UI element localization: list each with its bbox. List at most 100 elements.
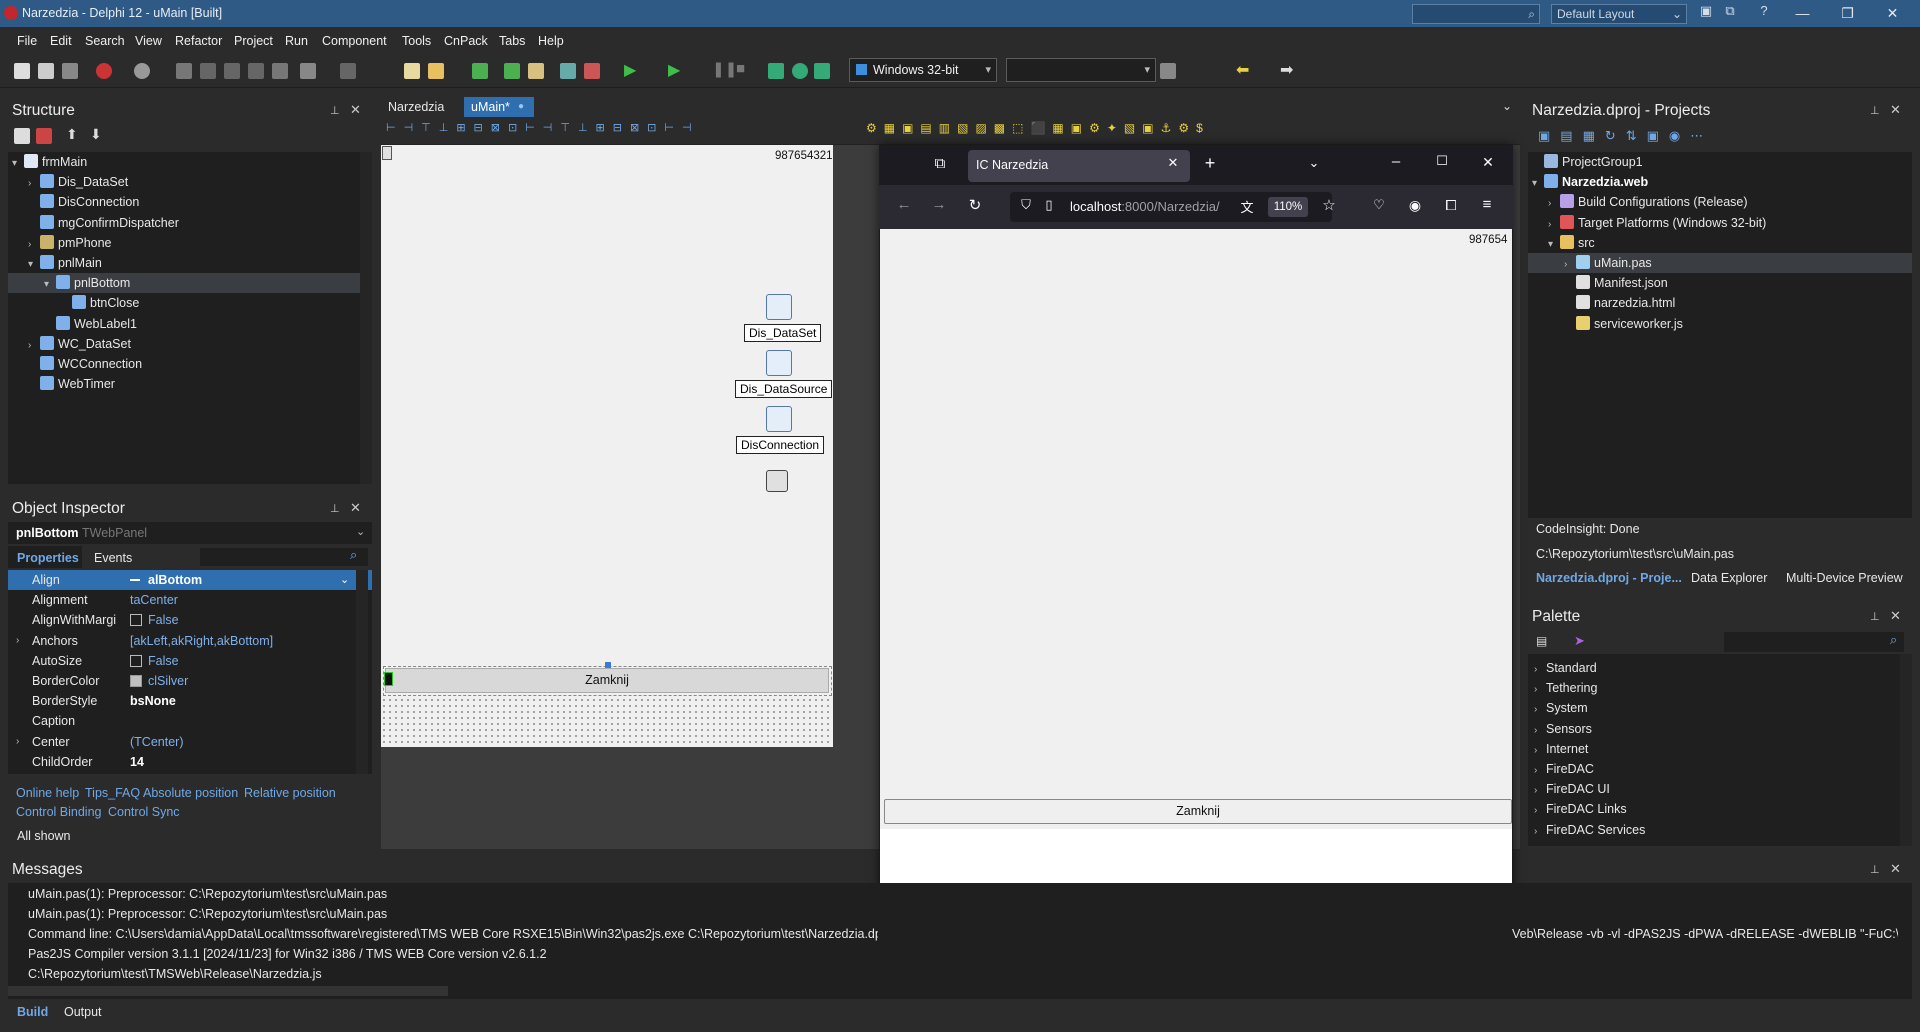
tool-icon[interactable] <box>248 63 264 79</box>
palette-category[interactable]: › FireDAC Links <box>1534 799 1894 819</box>
messages-hscrollbar[interactable] <box>8 986 448 996</box>
form-close-button[interactable]: Zamknij <box>385 668 829 693</box>
menu-project[interactable]: Project <box>234 34 273 48</box>
expand-arrow-icon[interactable]: › <box>1534 721 1546 741</box>
menu-help[interactable]: Help <box>538 34 564 48</box>
link-control-binding[interactable]: Control Binding <box>16 805 101 819</box>
expand-arrow-icon[interactable]: › <box>16 631 19 651</box>
expand-arrow-icon[interactable]: › <box>1534 700 1546 720</box>
account-icon[interactable]: ◉ <box>1402 197 1428 214</box>
bookmark-star-icon[interactable]: ☆ <box>1316 196 1342 214</box>
expand-arrow-icon[interactable]: › <box>1534 680 1546 700</box>
expand-arrow-icon[interactable]: ▾ <box>1532 174 1544 194</box>
property-value[interactable]: (TCenter) <box>130 732 183 752</box>
menu-tabs[interactable]: Tabs <box>499 34 525 48</box>
comp-dis-dataset[interactable]: Dis_DataSet <box>744 324 822 342</box>
selection-handle[interactable] <box>605 662 611 668</box>
property-row[interactable]: AlignWithMargi False <box>8 610 372 630</box>
project-item[interactable]: › Build Configurations (Release) <box>1528 192 1912 212</box>
project-item[interactable]: ProjectGroup1 <box>1528 152 1912 172</box>
save-icon[interactable] <box>472 63 488 79</box>
add-icon[interactable] <box>14 128 30 144</box>
tab-build[interactable]: Build <box>17 1005 48 1019</box>
chevron-down-icon[interactable]: ⌄ <box>340 570 349 590</box>
move-up-icon[interactable]: ⬆ <box>66 126 78 143</box>
expand-arrow-icon[interactable]: › <box>1534 781 1546 801</box>
property-value[interactable]: taCenter <box>130 590 178 610</box>
search-icon[interactable] <box>176 63 192 79</box>
structure-item[interactable]: mgConfirmDispatcher <box>8 213 360 233</box>
move-down-icon[interactable]: ⬇ <box>90 126 102 143</box>
expand-arrow-icon[interactable]: › <box>1534 660 1546 680</box>
tab-narzedzia[interactable]: Narzedzia <box>388 100 444 114</box>
expand-arrow-icon[interactable]: ▾ <box>28 255 40 275</box>
projects-toolbar-icons[interactable]: ▣▤▦↻⇅▣◉⋯ <box>1538 128 1713 144</box>
structure-scrollbar[interactable] <box>360 152 372 484</box>
tab-list-icon[interactable]: ⧉ <box>927 155 953 172</box>
palette-category[interactable]: › Internet <box>1534 739 1894 759</box>
pin-icon[interactable]: ⊥ <box>330 104 340 117</box>
menu-search[interactable]: Search <box>85 34 125 48</box>
tab-data-explorer[interactable]: Data Explorer <box>1691 571 1767 585</box>
project-item[interactable]: narzedzia.html <box>1528 293 1912 313</box>
expand-arrow-icon[interactable]: › <box>16 732 19 752</box>
property-row[interactable]: › Anchors [akLeft,akRight,akBottom] <box>8 631 372 651</box>
message-line[interactable]: Pas2JS Compiler version 3.1.1 [2024/11/2… <box>28 947 547 961</box>
expand-arrow-icon[interactable]: › <box>28 336 40 356</box>
expand-arrow-icon[interactable]: ▾ <box>44 275 56 295</box>
pin-icon[interactable]: ⊥ <box>1870 104 1880 117</box>
expand-arrow-icon[interactable]: › <box>1534 801 1546 821</box>
project-item[interactable]: serviceworker.js <box>1528 314 1912 334</box>
step-over-icon[interactable] <box>768 63 784 79</box>
checkbox[interactable] <box>130 614 142 627</box>
expand-arrow-icon[interactable]: › <box>1548 194 1560 214</box>
comp-dis-datasource[interactable]: Dis_DataSource <box>735 380 833 398</box>
device-icon[interactable] <box>1160 63 1176 79</box>
run-to-icon[interactable] <box>814 63 830 79</box>
new-project-icon[interactable] <box>404 63 420 79</box>
back-icon[interactable]: ← <box>891 196 917 213</box>
comp-disconnection[interactable]: DisConnection <box>736 436 825 454</box>
ide-search-input[interactable]: ⌕ <box>1412 4 1540 24</box>
palette-category[interactable]: › Standard <box>1534 658 1894 678</box>
property-value[interactable]: False <box>130 610 179 630</box>
palette-categories-icon[interactable]: ▤ <box>1536 634 1547 648</box>
open-icon[interactable] <box>428 63 444 79</box>
structure-item[interactable]: ▾ pnlBottom <box>8 273 360 295</box>
expand-arrow-icon[interactable]: › <box>28 174 40 194</box>
maximize-icon[interactable]: ☐ <box>1429 153 1455 169</box>
close-icon[interactable]: ✕ <box>350 102 361 118</box>
trace-into-icon[interactable] <box>792 63 808 79</box>
menu-edit[interactable]: Edit <box>50 34 72 48</box>
new-file-icon[interactable] <box>14 63 30 79</box>
property-value[interactable]: clSilver <box>130 671 188 691</box>
menu-view[interactable]: View <box>135 34 162 48</box>
run-icon[interactable]: ▶ <box>624 60 636 80</box>
property-row[interactable]: Caption <box>8 711 372 731</box>
chevron-down-icon[interactable]: ⌄ <box>1301 155 1327 171</box>
menu-run[interactable]: Run <box>285 34 308 48</box>
structure-item[interactable]: › Dis_DataSet <box>8 172 360 192</box>
structure-item[interactable]: WCConnection <box>8 354 360 374</box>
stop-icon[interactable]: ■ <box>736 60 745 77</box>
project-item[interactable]: ▾ src <box>1528 233 1912 253</box>
expand-arrow-icon[interactable]: › <box>1564 255 1576 275</box>
structure-item[interactable]: WebTimer <box>8 374 360 394</box>
remove-file-icon[interactable] <box>62 63 78 79</box>
structure-item[interactable]: › WC_DataSet <box>8 334 360 354</box>
palette-cursor-icon[interactable]: ➤ <box>1574 633 1585 649</box>
palette-category[interactable]: › FireDAC <box>1534 759 1894 779</box>
menu-component[interactable]: Component <box>322 34 387 48</box>
project-item[interactable]: › uMain.pas <box>1528 253 1912 273</box>
web-icon[interactable] <box>134 63 150 79</box>
tab-projects[interactable]: Narzedzia.dproj - Proje... <box>1536 571 1682 585</box>
tool-icon[interactable] <box>200 63 216 79</box>
extensions-icon[interactable]: ⧠ <box>1438 197 1464 214</box>
message-line[interactable]: uMain.pas(1): Preprocessor: C:\Repozytor… <box>28 887 387 901</box>
property-search-input[interactable] <box>200 548 368 566</box>
project-item[interactable]: Manifest.json <box>1528 273 1912 293</box>
property-value[interactable]: False <box>130 651 179 671</box>
inspector-scrollbar[interactable] <box>356 570 368 774</box>
layout-manage-icon[interactable]: ⧉ <box>1718 3 1742 19</box>
tab-output[interactable]: Output <box>64 1005 102 1019</box>
